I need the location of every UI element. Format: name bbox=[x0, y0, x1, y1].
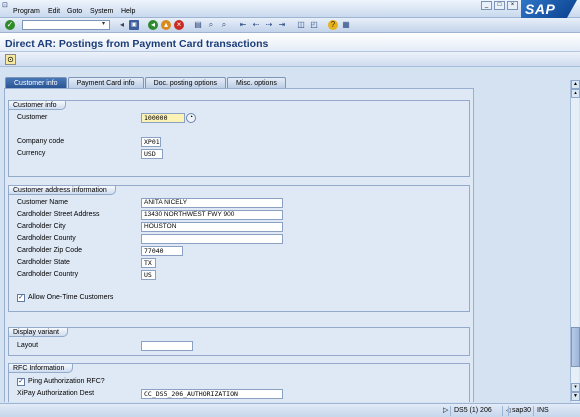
layout-icon[interactable]: ▦ bbox=[341, 20, 351, 30]
shortcut-icon[interactable]: ◰ bbox=[309, 20, 319, 30]
vertical-scrollbar[interactable]: ▲ ▴ ▾ ▼ bbox=[570, 80, 580, 402]
status-mode[interactable]: INS bbox=[533, 406, 552, 416]
state-field[interactable]: TX bbox=[141, 258, 156, 268]
ping-row: ✓ Ping Authorization RFC? bbox=[17, 377, 217, 387]
find-next-icon[interactable]: ⌕ bbox=[219, 20, 229, 30]
scroll-top-icon[interactable]: ▲ bbox=[571, 80, 580, 89]
customer-name-field[interactable]: ANITA NICELY bbox=[141, 198, 283, 208]
menu-bar: ⊡ Program Edit Goto System Help _ □ × SA… bbox=[0, 0, 580, 18]
command-history-icon[interactable]: ▾ bbox=[102, 20, 105, 27]
street-label: Cardholder Street Address bbox=[17, 211, 100, 218]
cancel-icon[interactable]: × bbox=[174, 20, 184, 30]
layout-field[interactable] bbox=[141, 341, 193, 351]
city-label: Cardholder City bbox=[17, 223, 66, 230]
window-controls: _ □ × bbox=[481, 1, 518, 10]
minimize-button[interactable]: _ bbox=[481, 1, 492, 10]
command-field[interactable] bbox=[22, 20, 110, 30]
close-button[interactable]: × bbox=[507, 1, 518, 10]
tab-strip: Customer info Payment Card info Doc. pos… bbox=[5, 77, 287, 88]
county-field[interactable] bbox=[141, 234, 283, 244]
menu-goto[interactable]: Goto bbox=[67, 8, 82, 15]
country-label: Cardholder Country bbox=[17, 271, 79, 278]
scroll-down-icon[interactable]: ▾ bbox=[571, 383, 580, 392]
country-field[interactable]: US bbox=[141, 270, 156, 280]
search-help-icon[interactable]: ◔ bbox=[186, 113, 196, 123]
currency-field[interactable]: USD bbox=[141, 149, 163, 159]
allow-onetime-label: Allow One-Time Customers bbox=[28, 294, 114, 301]
group-header: Customer address information bbox=[9, 186, 116, 195]
save-icon[interactable]: ▣ bbox=[129, 20, 139, 30]
tab-payment-card-info[interactable]: Payment Card info bbox=[67, 77, 144, 88]
scroll-up-icon[interactable]: ▴ bbox=[571, 89, 580, 98]
menu-system[interactable]: System bbox=[90, 8, 113, 15]
help-icon[interactable]: ? bbox=[328, 20, 338, 30]
tab-panel-customer-info: Customer info Customer 100000 ◔ Company … bbox=[4, 88, 474, 402]
company-code-field[interactable]: XP01 bbox=[141, 137, 161, 147]
group-rfc-information: RFC Information ✓ Ping Authorization RFC… bbox=[8, 363, 470, 402]
state-label: Cardholder State bbox=[17, 259, 70, 266]
status-bar: ▷ DS5 (1) 206 ◁ sap30 INS bbox=[0, 403, 580, 417]
previous-page-icon[interactable]: ⇠ bbox=[251, 20, 261, 30]
zip-label: Cardholder Zip Code bbox=[17, 247, 82, 254]
group-customer-address: Customer address information Customer Na… bbox=[8, 185, 470, 312]
county-label: Cardholder County bbox=[17, 235, 76, 242]
sap-logo: SAP bbox=[521, 0, 577, 18]
xipay-label: XiPay Authorization Dest bbox=[17, 390, 95, 397]
find-icon[interactable]: ⌕ bbox=[206, 20, 216, 30]
tab-doc-posting-options[interactable]: Doc. posting options bbox=[144, 77, 226, 88]
allow-onetime-row: ✓ Allow One-Time Customers bbox=[17, 293, 217, 303]
street-field[interactable]: 13430 NORTHWEST FWY 900 bbox=[141, 210, 283, 220]
page-title: Direct AR: Postings from Payment Card tr… bbox=[5, 38, 269, 50]
scroll-bottom-icon[interactable]: ▼ bbox=[571, 392, 580, 401]
scrollbar-thumb[interactable] bbox=[571, 327, 580, 367]
zip-field[interactable]: 77040 bbox=[141, 246, 183, 256]
xipay-field[interactable]: CC_DS5_206_AUTHORIZATION bbox=[141, 389, 283, 399]
last-page-icon[interactable]: ⇥ bbox=[277, 20, 287, 30]
menu-help[interactable]: Help bbox=[121, 8, 135, 15]
toolbar-separator-icon: ◂ bbox=[119, 20, 124, 29]
enter-check-icon[interactable]: ✓ bbox=[5, 20, 15, 30]
layout-label: Layout bbox=[17, 342, 39, 349]
group-display-variant: Display variant Layout bbox=[8, 327, 470, 356]
status-system[interactable]: DS5 (1) 206 bbox=[450, 406, 495, 416]
ping-authorization-label: Ping Authorization RFC? bbox=[28, 378, 105, 385]
company-code-label: Company code bbox=[17, 138, 65, 145]
group-customer-info: Customer info Customer 100000 ◔ Company … bbox=[8, 100, 470, 177]
customer-label: Customer bbox=[17, 114, 48, 121]
tab-customer-info[interactable]: Customer info bbox=[5, 77, 67, 88]
exit-icon[interactable]: ▴ bbox=[161, 20, 171, 30]
customer-name-label: Customer Name bbox=[17, 199, 68, 206]
maximize-button[interactable]: □ bbox=[494, 1, 505, 10]
first-page-icon[interactable]: ⇤ bbox=[238, 20, 248, 30]
execute-icon[interactable]: ⊙ bbox=[5, 54, 16, 65]
ping-authorization-checkbox[interactable]: ✓ bbox=[17, 378, 25, 386]
create-session-icon[interactable]: ◫ bbox=[296, 20, 306, 30]
back-icon[interactable]: ◂ bbox=[148, 20, 158, 30]
currency-label: Currency bbox=[17, 150, 46, 157]
group-header: RFC Information bbox=[9, 364, 74, 373]
status-server: sap30 bbox=[508, 406, 534, 416]
title-bar: Direct AR: Postings from Payment Card tr… bbox=[0, 33, 580, 52]
menu-program[interactable]: Program bbox=[13, 8, 40, 15]
application-toolbar: ⊙ bbox=[0, 52, 580, 67]
tab-misc-options[interactable]: Misc. options bbox=[227, 77, 286, 88]
next-page-icon[interactable]: ⇢ bbox=[264, 20, 274, 30]
customer-field[interactable]: 100000 bbox=[141, 113, 185, 123]
work-area: Customer info Payment Card info Doc. pos… bbox=[0, 67, 568, 402]
print-icon[interactable]: ▤ bbox=[193, 20, 203, 30]
standard-toolbar: ✓ ▾ ◂ ▣ ◂ ▴ × ▤ ⌕ ⌕ ⇤ ⇠ ⇢ ⇥ ◫ ◰ ? ▦ bbox=[0, 18, 580, 33]
group-header: Customer info bbox=[9, 101, 66, 110]
allow-onetime-checkbox[interactable]: ✓ bbox=[17, 294, 25, 302]
menu-edit[interactable]: Edit bbox=[48, 8, 60, 15]
app-menu-icon[interactable]: ⊡ bbox=[2, 1, 10, 9]
group-header: Display variant bbox=[9, 328, 68, 337]
city-field[interactable]: HOUSTON bbox=[141, 222, 283, 232]
